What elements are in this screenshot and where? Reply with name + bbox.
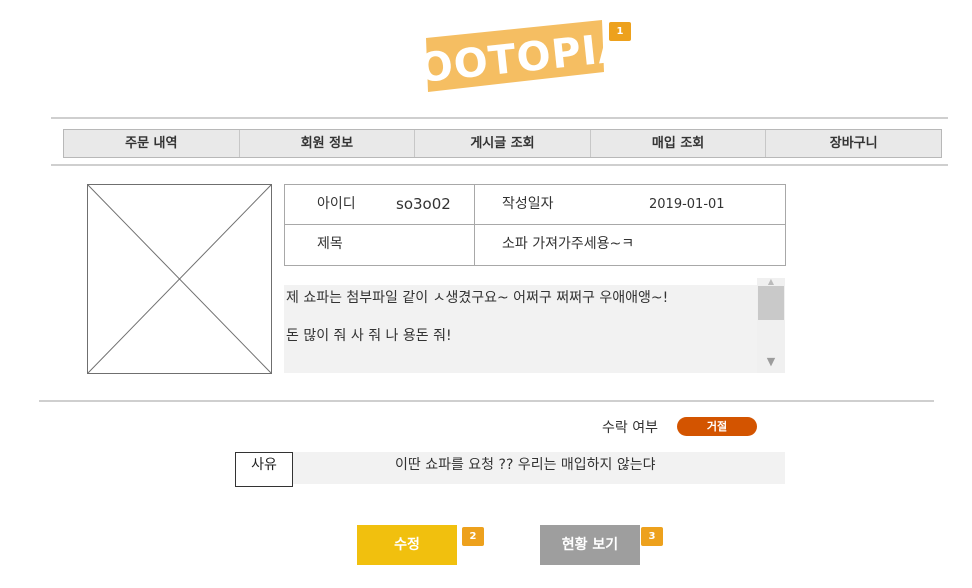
scroll-up-arrow-icon[interactable]: ▲ — [766, 278, 776, 286]
scroll-down-arrow-icon[interactable]: ▼ — [765, 356, 777, 368]
info-column-divider — [474, 185, 475, 265]
section-divider — [39, 400, 934, 402]
view-status-button[interactable]: 현황 보기 — [540, 525, 640, 565]
nav-item-member-info[interactable]: 회원 정보 — [240, 130, 416, 157]
main-nav: 주문 내역 회원 정보 게시글 조회 매입 조회 장바구니 — [63, 129, 942, 158]
post-content-textarea[interactable]: 제 쇼파는 첨부파일 같이 ㅅ생겼구요~ 어쩌구 쩌쩌구 우애애앵~! 돈 많이… — [284, 285, 757, 373]
reason-text: 이딴 쇼파를 요청 ?? 우리는 매입하지 않는댜 — [395, 457, 656, 473]
nav-item-posts[interactable]: 게시글 조회 — [415, 130, 591, 157]
edit-button-badge: 2 — [462, 527, 484, 546]
title-value: 소파 가져가주세용~ㅋ — [502, 236, 635, 252]
post-info-table: 아이디 so3o02 작성일자 2019-01-01 제목 소파 가져가주세용~… — [284, 184, 786, 266]
nav-item-orders[interactable]: 주문 내역 — [64, 130, 240, 157]
content-line-2: 돈 많이 줘 사 줘 나 용돈 줘! — [286, 328, 452, 344]
date-label: 작성일자 — [502, 196, 554, 212]
id-value: so3o02 — [396, 195, 451, 213]
scrollbar-thumb[interactable] — [758, 286, 784, 320]
title-label: 제목 — [317, 236, 343, 252]
content-scrollbar[interactable]: ▲ ▼ — [757, 278, 785, 373]
view-status-badge: 3 — [641, 527, 663, 546]
image-placeholder-icon — [88, 185, 271, 373]
date-value: 2019-01-01 — [649, 197, 725, 212]
info-row-title: 제목 소파 가져가주세용~ㅋ — [285, 225, 785, 265]
jootopia-logo[interactable]: JOOTOPIA — [398, 20, 632, 94]
attachment-image-placeholder — [87, 184, 272, 374]
nav-item-cart[interactable]: 장바구니 — [766, 130, 941, 157]
nav-item-purchases[interactable]: 매입 조회 — [591, 130, 767, 157]
info-row-id-date: 아이디 so3o02 작성일자 2019-01-01 — [285, 185, 785, 225]
id-label: 아이디 — [317, 196, 356, 212]
approval-status-badge: 거절 — [677, 417, 757, 436]
nav-top-divider — [51, 117, 948, 119]
logo-badge: 1 — [609, 22, 631, 41]
nav-bottom-divider — [51, 164, 948, 166]
edit-button[interactable]: 수정 — [357, 525, 457, 565]
content-line-1: 제 쇼파는 첨부파일 같이 ㅅ생겼구요~ 어쩌구 쩌쩌구 우애애앵~! — [286, 290, 669, 306]
logo-image: JOOTOPIA — [398, 20, 632, 94]
approval-label: 수락 여부 — [602, 420, 658, 436]
reason-label: 사유 — [235, 452, 293, 487]
